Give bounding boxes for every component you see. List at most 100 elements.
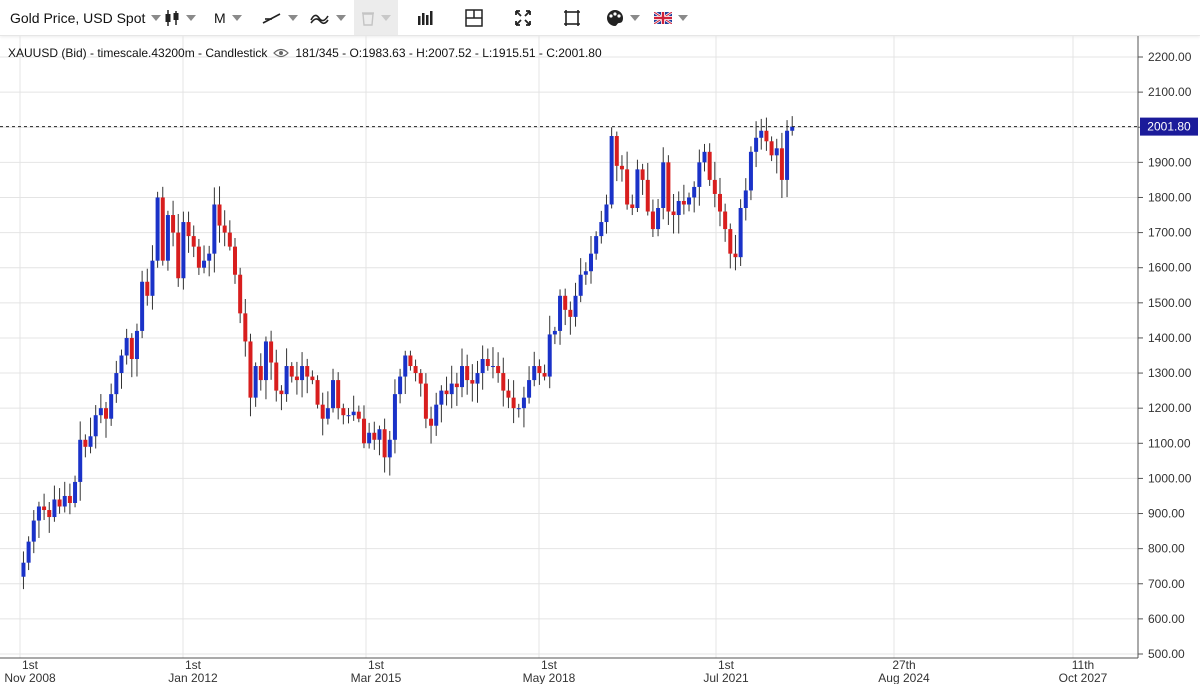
instrument-selector[interactable]: Gold Price, USD Spot xyxy=(10,0,162,35)
candle-body xyxy=(341,408,346,416)
fullscreen-icon xyxy=(514,9,532,27)
candle-body xyxy=(552,330,557,335)
color-theme-selector[interactable] xyxy=(606,0,640,35)
crop-button[interactable] xyxy=(563,0,581,35)
candle-body xyxy=(398,376,403,395)
chevron-down-icon xyxy=(336,14,346,21)
candle-body xyxy=(717,193,722,212)
candle-body xyxy=(160,197,165,261)
candle-body xyxy=(26,541,31,563)
candle-body xyxy=(331,380,336,409)
candle-body xyxy=(274,362,279,391)
y-tick-label: 1400.00 xyxy=(1148,331,1192,345)
chevron-down-icon xyxy=(381,14,391,21)
candle-body xyxy=(635,169,640,209)
drawing-tools-icon xyxy=(310,10,330,26)
candle-body xyxy=(661,162,666,209)
candlestick-icon xyxy=(164,9,180,27)
candle-body xyxy=(671,211,676,216)
x-tick-date: Nov 2008 xyxy=(4,671,56,684)
candle-body xyxy=(377,429,382,440)
candle-body xyxy=(418,373,423,384)
y-tick-label: 700.00 xyxy=(1148,577,1185,591)
indicators-button[interactable] xyxy=(417,0,433,35)
period-label: M xyxy=(214,9,226,26)
candle-body xyxy=(320,404,325,419)
candle-body xyxy=(356,411,361,419)
candle-body xyxy=(594,236,599,254)
candle-body xyxy=(676,200,681,216)
candle-body xyxy=(429,418,434,426)
chart-type-selector[interactable] xyxy=(164,0,196,35)
layout-button[interactable] xyxy=(465,0,483,35)
language-selector[interactable] xyxy=(654,0,688,35)
eye-icon[interactable] xyxy=(273,48,290,58)
chart-toolbar: Gold Price, USD Spot M xyxy=(0,0,1200,36)
candle-body xyxy=(656,208,661,230)
delete-tool[interactable] xyxy=(354,0,398,35)
symbol-label: XAUUSD (Bid) - timescale.43200m - Candle… xyxy=(8,46,268,60)
candle-body xyxy=(516,408,521,410)
candle-body xyxy=(83,439,88,447)
candle-body xyxy=(140,281,145,331)
y-tick-label: 1700.00 xyxy=(1148,226,1192,240)
y-tick-label: 1200.00 xyxy=(1148,401,1192,415)
candle-body xyxy=(604,204,609,223)
candle-body xyxy=(222,225,227,233)
candle-body xyxy=(232,246,237,275)
candle-body xyxy=(258,366,263,381)
candle-body xyxy=(588,253,593,272)
drawing-tools[interactable] xyxy=(310,0,346,35)
candle-body xyxy=(36,506,41,521)
candle-body xyxy=(165,215,170,261)
candle-body xyxy=(124,337,129,356)
candle-body xyxy=(93,415,98,437)
candle-body xyxy=(774,148,779,156)
y-tick-label: 1900.00 xyxy=(1148,155,1192,169)
candle-body xyxy=(697,162,702,187)
candle-body xyxy=(439,390,444,405)
candle-body xyxy=(454,383,459,388)
candle-body xyxy=(625,169,630,205)
candle-body xyxy=(145,281,150,296)
candle-body xyxy=(47,510,52,518)
candle-body xyxy=(630,204,635,209)
candle-body xyxy=(465,366,470,381)
candle-body xyxy=(191,236,196,247)
candle-body xyxy=(408,355,413,367)
candle-body xyxy=(501,373,506,391)
y-tick-label: 800.00 xyxy=(1148,542,1185,556)
candle-body xyxy=(253,366,258,398)
candle-body xyxy=(73,481,78,503)
candle-body xyxy=(423,383,428,419)
x-tick-date: Mar 2015 xyxy=(351,671,402,684)
x-tick-day: 1st xyxy=(718,658,735,672)
candle-body xyxy=(269,341,274,363)
candle-body xyxy=(171,215,176,233)
candlestick-chart[interactable]: 2200.002100.002000.001900.001800.001700.… xyxy=(0,36,1200,684)
period-selector[interactable]: M xyxy=(214,0,242,35)
candle-body xyxy=(31,520,36,542)
x-tick-date: Aug 2024 xyxy=(878,671,930,684)
x-tick-day: 1st xyxy=(22,658,39,672)
color-palette-icon xyxy=(606,9,624,27)
candle-body xyxy=(563,295,568,310)
candle-body xyxy=(176,232,181,279)
y-tick-label: 500.00 xyxy=(1148,647,1185,661)
candle-body xyxy=(310,376,315,381)
candle-body xyxy=(243,313,248,342)
candle-body xyxy=(300,366,305,381)
trendline-tool[interactable] xyxy=(262,0,298,35)
fullscreen-button[interactable] xyxy=(514,0,532,35)
candle-body xyxy=(521,397,526,409)
x-tick-date: May 2018 xyxy=(523,671,576,684)
candle-body xyxy=(692,186,697,198)
candle-body xyxy=(733,253,738,258)
candle-body xyxy=(207,253,212,261)
candle-body xyxy=(202,260,207,268)
candle-body xyxy=(470,380,475,384)
candle-body xyxy=(769,141,774,156)
candle-body xyxy=(114,373,119,395)
chart-area[interactable]: 2200.002100.002000.001900.001800.001700.… xyxy=(0,36,1200,684)
trendline-icon xyxy=(262,10,282,26)
